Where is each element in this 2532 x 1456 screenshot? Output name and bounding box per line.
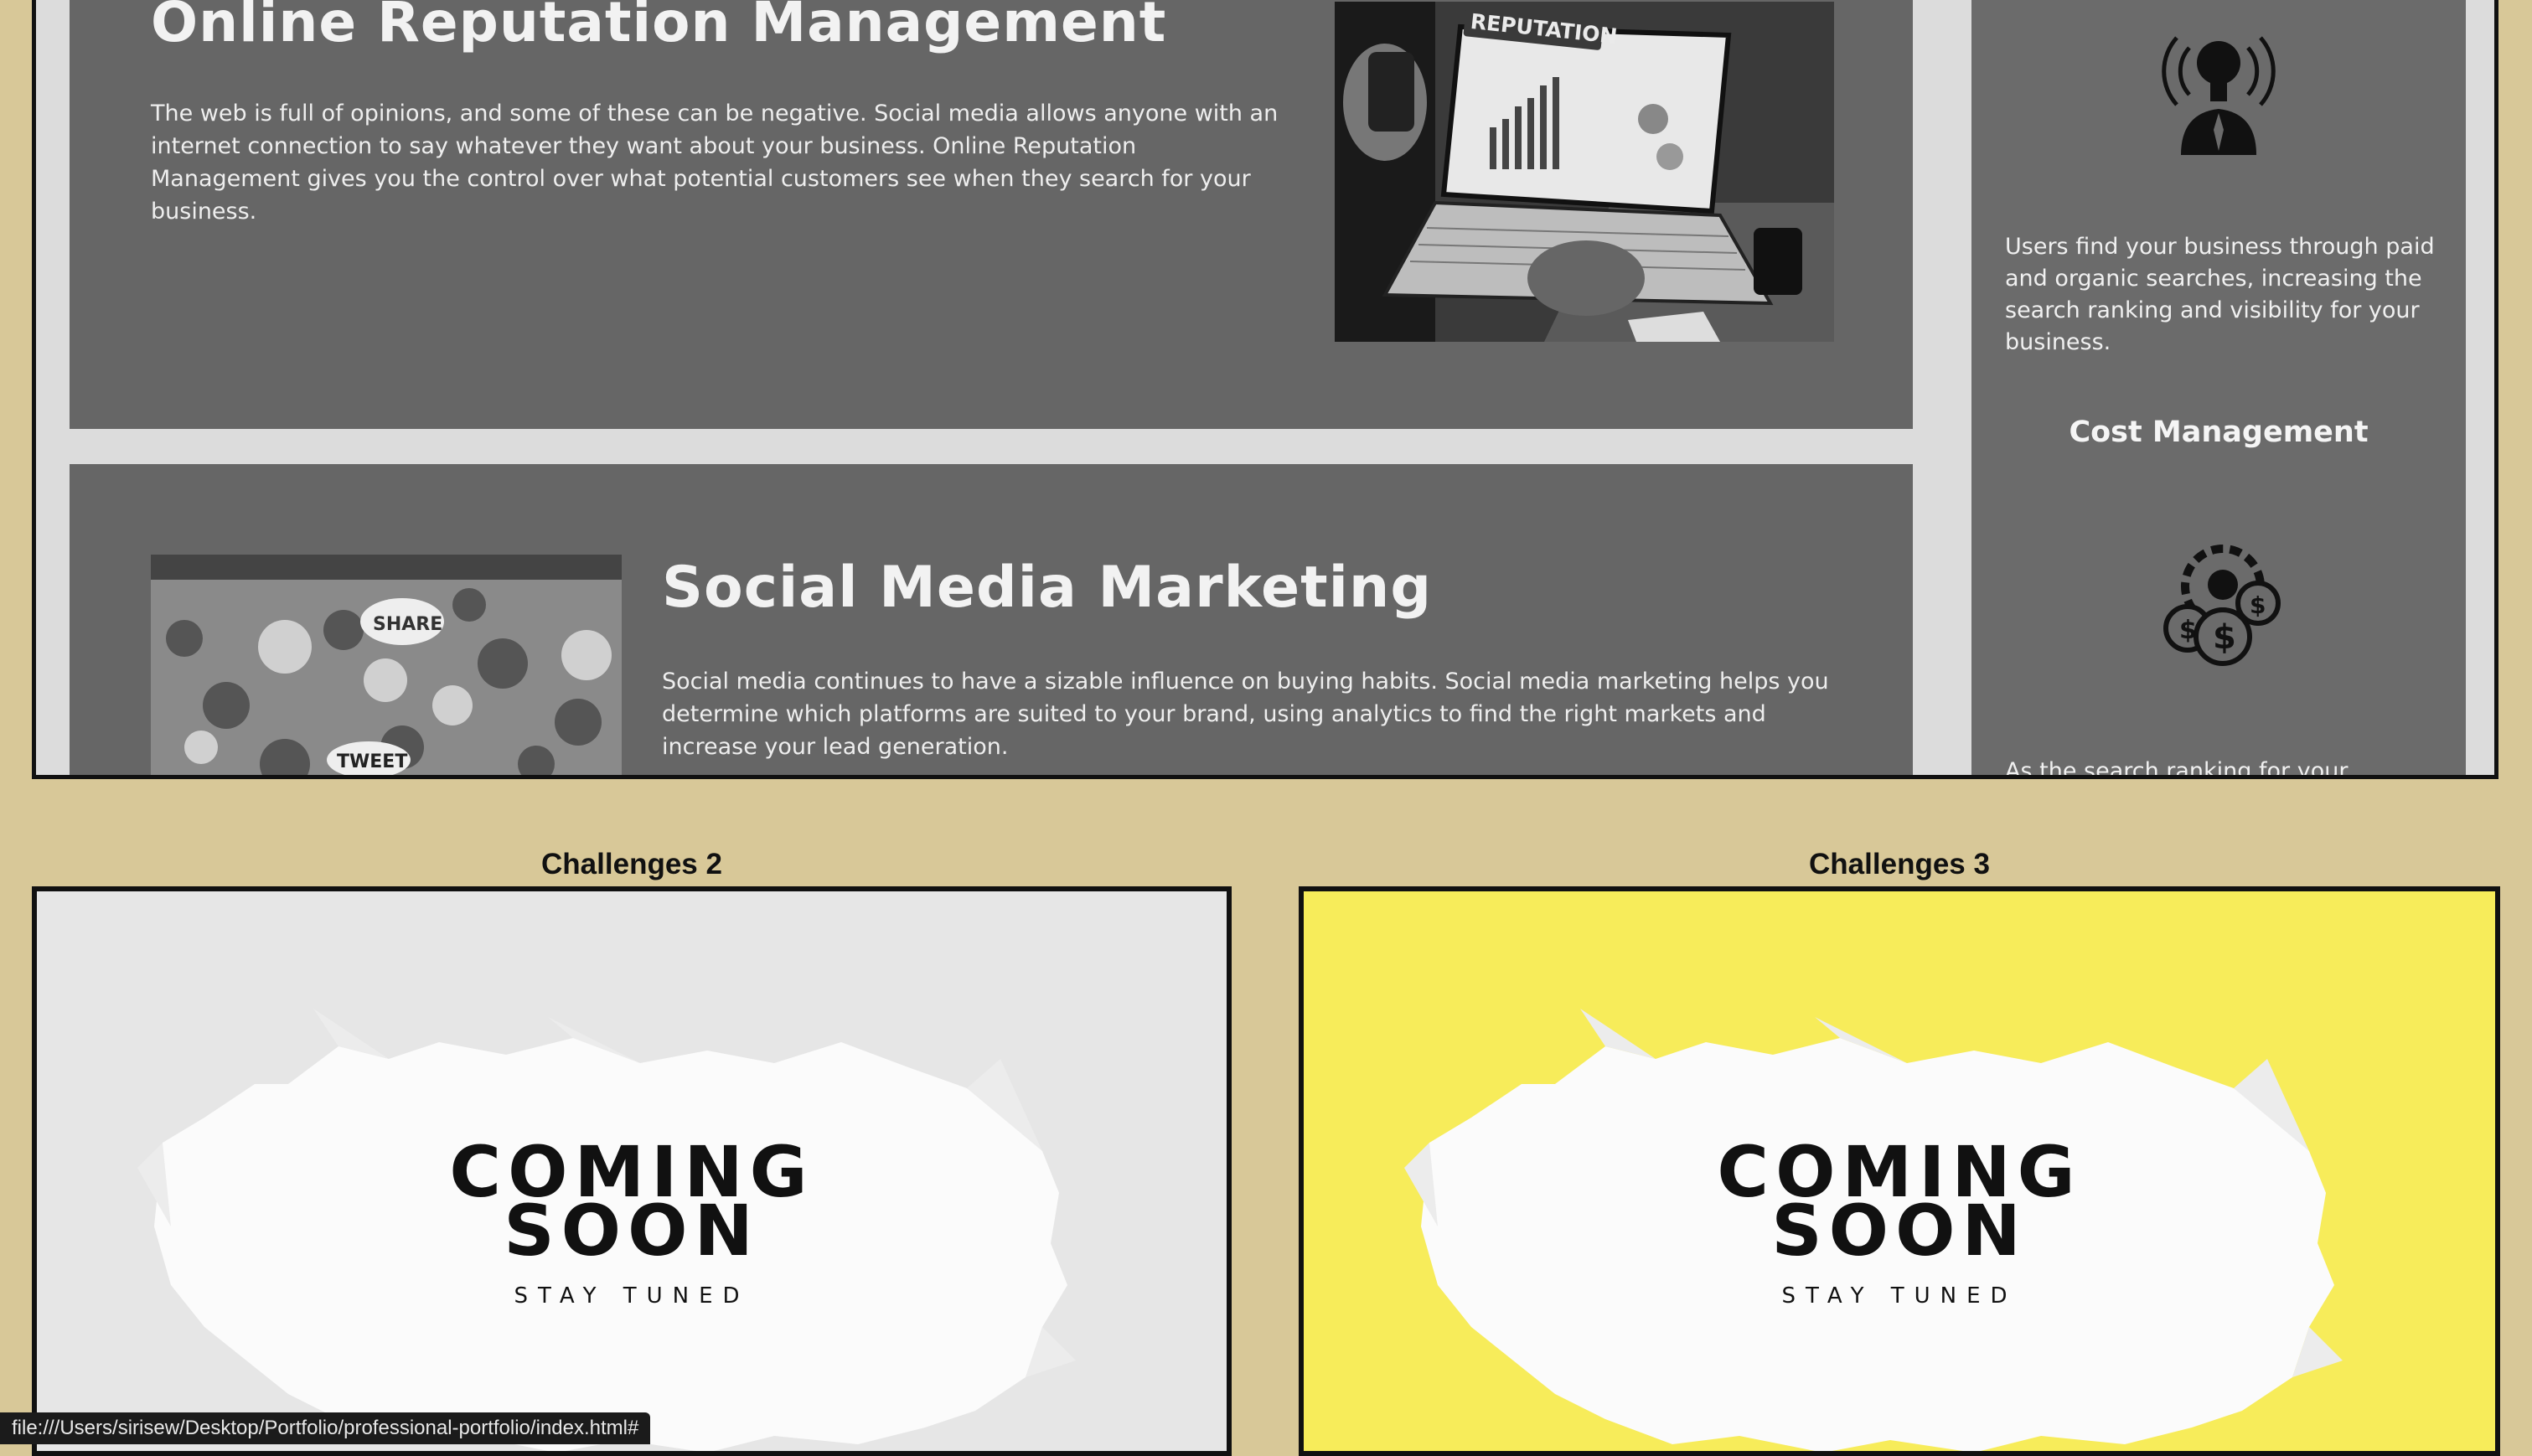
svg-text:$: $ (2213, 618, 2236, 657)
card-body: The web is full of opinions, and some of… (151, 101, 1279, 225)
tagline: STAY TUNED (514, 1283, 750, 1309)
service-card-reputation: Online Reputation Management The web is … (70, 0, 1913, 429)
benefits-sidebar: Users find your business through paid an… (1971, 0, 2466, 779)
challenge-2-preview[interactable]: COMING SOON STAY TUNED (32, 886, 1232, 1456)
challenge-3-title: Challenges 3 (1809, 848, 1990, 880)
challenge-2-title: Challenges 2 (541, 848, 722, 880)
challenge-1-preview[interactable]: Online Reputation Management The web is … (32, 0, 2498, 779)
coming-soon-text: COMING SOON STAY TUNED (1304, 1137, 2495, 1325)
card-title: Online Reputation Management (151, 0, 1167, 54)
sidebar-heading: Cost Management (2069, 416, 2369, 449)
sidebar-text-cut: As the search ranking for your business (2005, 758, 2349, 779)
reputation-photo: REPUTATION (1335, 2, 1834, 342)
lightbulb-person-icon (2152, 13, 2286, 159)
tweet-text: TWEET (337, 751, 407, 772)
social-media-photo: SHARE TWEET (151, 555, 622, 775)
link-status-bar: file:///Users/sirisew/Desktop/Portfolio/… (0, 1412, 651, 1444)
svg-text:$: $ (2250, 591, 2266, 619)
svg-text:$: $ (2179, 616, 2197, 645)
tagline: STAY TUNED (1781, 1283, 2018, 1309)
service-card-social-media: SHARE TWEET Social Media Marketing Socia… (70, 464, 1913, 775)
cost-management-icon: $ $ $ (2156, 536, 2290, 683)
soon-line: SOON (504, 1190, 760, 1272)
card-title: Social Media Marketing (662, 555, 1433, 621)
share-text: SHARE (373, 614, 442, 635)
sidebar-text: Users find your business through paid an… (2005, 234, 2435, 355)
challenge-3-preview[interactable]: COMING SOON STAY TUNED (1299, 886, 2500, 1456)
soon-line: SOON (1771, 1190, 2028, 1272)
main-column: Online Reputation Management The web is … (70, 0, 1913, 775)
coming-soon-text: COMING SOON STAY TUNED (37, 1137, 1227, 1325)
card-body: Social media continues to have a sizable… (662, 669, 1829, 760)
